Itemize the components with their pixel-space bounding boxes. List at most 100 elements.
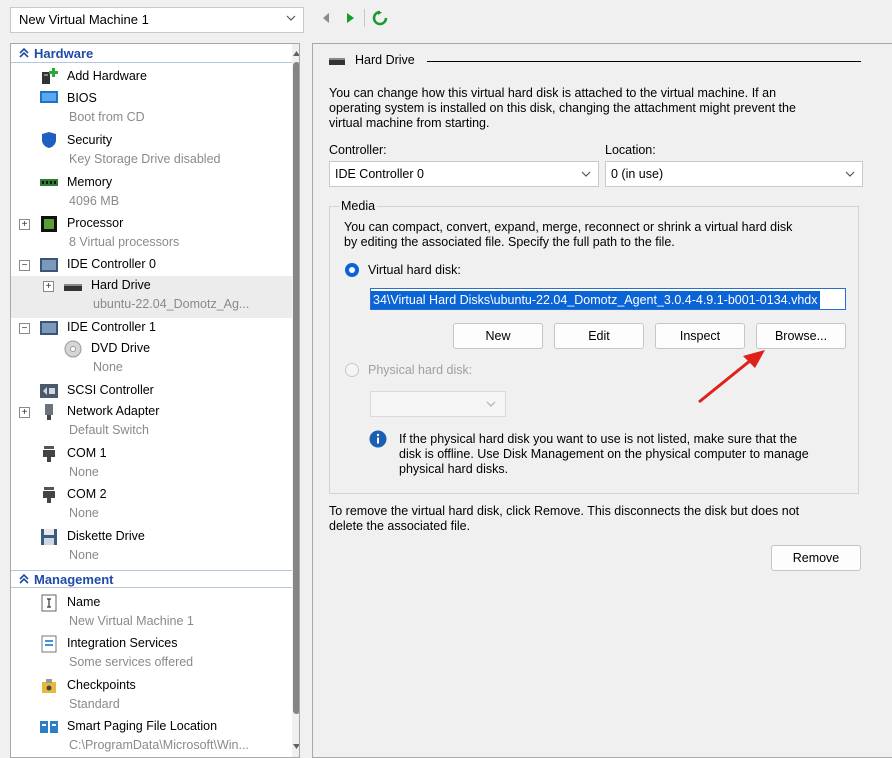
tree-item-network-adapter[interactable]: Network Adapter — [11, 402, 292, 422]
tree-item-memory[interactable]: Memory — [11, 173, 292, 193]
controller-icon — [40, 321, 58, 335]
tree-item-scsi-controller[interactable]: SCSI Controller — [11, 381, 292, 401]
com-port-icon — [43, 446, 55, 462]
physical-hard-disk-radio[interactable] — [345, 363, 359, 377]
title-rule — [427, 61, 861, 62]
location-value: 0 (in use) — [611, 167, 664, 181]
bios-icon — [40, 91, 58, 103]
tree-item-sub: None — [69, 548, 99, 562]
controller-value: IDE Controller 0 — [335, 167, 424, 181]
virtual-hard-disk-label: Virtual hard disk: — [368, 263, 461, 277]
back-arrow-icon[interactable] — [318, 10, 334, 26]
tree-item-label: Add Hardware — [67, 69, 147, 83]
scroll-up-icon[interactable] — [292, 48, 300, 58]
vhd-path-value: 34\Virtual Hard Disks\ubuntu-22.04_Domot… — [371, 291, 820, 309]
new-button[interactable]: New — [453, 323, 543, 349]
controller-label: Controller: — [329, 143, 387, 157]
controller-icon — [40, 258, 58, 272]
tree-item-sub: 4096 MB — [69, 194, 120, 208]
tree-item-label: Checkpoints — [67, 678, 136, 692]
tree-item-sub: Default Switch — [69, 423, 149, 437]
tree-item-ide-controller-1[interactable]: IDE Controller 1 — [11, 318, 292, 338]
integration-services-icon — [41, 635, 57, 653]
com-port-icon — [43, 487, 55, 503]
tree-item-smart-paging[interactable]: Smart Paging File Location — [11, 717, 292, 737]
refresh-icon[interactable] — [372, 10, 388, 26]
memory-icon — [40, 179, 58, 186]
tree-item-label: Network Adapter — [67, 404, 160, 418]
tree-item-sub: C:\ProgramData\Microsoft\Win... — [69, 738, 249, 752]
scrollbar-thumb[interactable] — [293, 62, 299, 714]
intro-text: You can change how this virtual hard dis… — [329, 86, 796, 130]
tree-item-security[interactable]: Security — [11, 131, 292, 151]
tree-item-integration-services[interactable]: Integration Services — [11, 634, 292, 654]
vhd-path-input[interactable]: 34\Virtual Hard Disks\ubuntu-22.04_Domot… — [370, 288, 846, 310]
tree-item-sub: ubuntu-22.04_Domotz_Ag... — [93, 297, 250, 311]
tree-item-add-hardware[interactable]: Add Hardware — [11, 67, 292, 87]
chevron-down-icon — [486, 401, 496, 407]
vm-selector-value: New Virtual Machine 1 — [19, 12, 149, 27]
tree-item-sub: None — [69, 506, 99, 520]
info-icon — [369, 430, 387, 448]
virtual-hard-disk-radio[interactable] — [345, 263, 359, 277]
tree-item-label: Memory — [67, 175, 113, 189]
tree-item-dvd-drive[interactable]: DVD Drive — [11, 339, 292, 359]
tree-item-sub: 8 Virtual processors — [69, 235, 180, 249]
hard-drive-settings-panel: Hard Drive You can change how this virtu… — [312, 43, 892, 758]
tree-item-label: Name — [67, 595, 101, 609]
edit-button[interactable]: Edit — [554, 323, 644, 349]
tree-item-label: Integration Services — [67, 636, 178, 650]
checkpoints-icon — [42, 679, 56, 693]
tree-item-checkpoints[interactable]: Checkpoints — [11, 676, 292, 696]
tree-item-ide-controller-0[interactable]: IDE Controller 0 — [11, 255, 292, 275]
start-icon[interactable] — [342, 10, 358, 26]
tree-item-hard-drive[interactable]: Hard Drive — [11, 276, 292, 296]
tree-item-sub: Boot from CD — [69, 110, 145, 124]
physical-disk-info-text: If the physical hard disk you want to us… — [399, 432, 809, 476]
tree-item-bios[interactable]: BIOS — [11, 89, 292, 109]
panel-title: Hard Drive — [355, 53, 415, 67]
chevron-down-icon — [286, 15, 296, 21]
location-label: Location: — [605, 143, 656, 157]
tree-item-diskette-drive[interactable]: Diskette Drive — [11, 527, 292, 547]
tree-item-label: Hard Drive — [91, 278, 151, 292]
physical-disk-select[interactable] — [370, 391, 506, 417]
location-select[interactable]: 0 (in use) — [605, 161, 863, 187]
tree-item-sub: Standard — [69, 697, 120, 711]
management-section-header[interactable]: Management — [11, 570, 292, 588]
collapse-icon[interactable] — [18, 47, 30, 59]
tree-item-sub: New Virtual Machine 1 — [69, 614, 194, 628]
remove-button[interactable]: Remove — [771, 545, 861, 571]
scroll-down-icon[interactable] — [292, 742, 300, 752]
diskette-icon — [41, 529, 57, 545]
tree-item-name[interactable]: Name — [11, 593, 292, 613]
tree-item-com2[interactable]: COM 2 — [11, 485, 292, 505]
tree-item-sub: None — [69, 465, 99, 479]
vm-selector[interactable]: New Virtual Machine 1 — [10, 7, 304, 33]
tree-item-com1[interactable]: COM 1 — [11, 444, 292, 464]
remove-info-text: To remove the virtual hard disk, click R… — [329, 504, 800, 533]
hard-drive-icon — [64, 284, 82, 291]
tree-scrollbar[interactable] — [292, 44, 300, 757]
media-text: You can compact, convert, expand, merge,… — [344, 220, 793, 249]
hardware-section-header[interactable]: Hardware — [11, 45, 292, 63]
collapse-icon[interactable] — [18, 573, 30, 585]
management-header-label: Management — [34, 572, 114, 587]
controller-select[interactable]: IDE Controller 0 — [329, 161, 599, 187]
tree-item-sub: Some services offered — [69, 655, 194, 669]
tree-item-label: IDE Controller 0 — [67, 257, 156, 271]
name-icon — [41, 594, 57, 612]
shield-icon — [42, 132, 56, 148]
hard-drive-icon — [329, 58, 345, 65]
tree-item-label: Processor — [67, 216, 124, 230]
add-hardware-icon — [42, 68, 58, 84]
tree-item-label: COM 2 — [67, 487, 107, 501]
annotation-arrow-icon — [698, 350, 765, 404]
tree-item-label: Security — [67, 133, 113, 147]
hardware-header-label: Hardware — [34, 46, 94, 61]
tree-item-processor[interactable]: Processor — [11, 214, 292, 234]
toolbar-separator — [364, 9, 365, 27]
tree-item-label: SCSI Controller — [67, 383, 154, 397]
chevron-down-icon — [845, 171, 855, 177]
media-group-title: Media — [339, 199, 378, 213]
